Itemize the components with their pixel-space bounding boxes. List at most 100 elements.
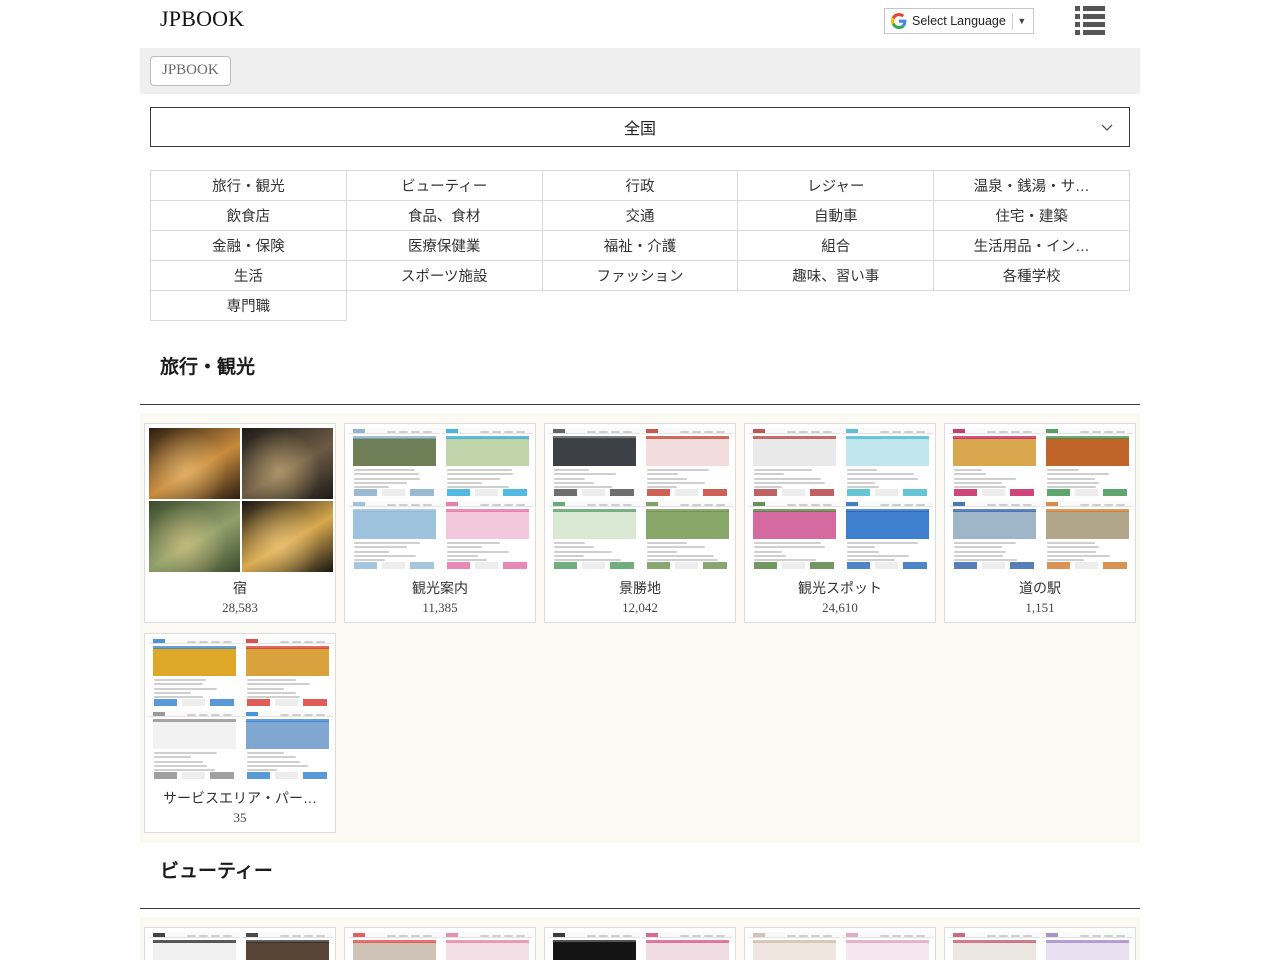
category-cell[interactable]: 金融・保険 (151, 231, 347, 261)
thumbnail-image (549, 932, 640, 960)
thumbnail-image (842, 428, 933, 499)
category-cell[interactable]: 食品、食材 (346, 201, 542, 231)
thumbnail-image (442, 501, 533, 572)
category-card[interactable]: 観光スポット24,610 (744, 423, 936, 623)
breadcrumb-item-jpbook[interactable]: JPBOOK (150, 56, 231, 86)
category-cell[interactable]: 専門職 (151, 291, 347, 321)
chevron-down-icon[interactable]: ▼ (1013, 17, 1031, 26)
card-thumbnail-grid (349, 428, 533, 572)
card-count: 12,042 (549, 598, 731, 622)
category-cell[interactable]: 各種学校 (934, 261, 1130, 291)
thumbnail-image (549, 501, 640, 572)
card-thumbnail-grid (949, 932, 1133, 960)
category-cell[interactable]: ファッション (542, 261, 738, 291)
thumbnail-image (642, 428, 733, 499)
category-card[interactable] (344, 927, 536, 960)
category-cell[interactable]: 温泉・銭湯・サ… (934, 171, 1130, 201)
thumbnail-image (242, 932, 333, 960)
category-cell[interactable]: 交通 (542, 201, 738, 231)
card-label: 道の駅 (949, 572, 1131, 598)
category-card[interactable] (544, 927, 736, 960)
site-header: JPBOOK Select Language ▼ (0, 0, 1280, 46)
category-cell-empty (738, 291, 934, 321)
category-cell[interactable]: 医療保健業 (346, 231, 542, 261)
category-row: 金融・保険医療保健業福祉・介護組合生活用品・イン… (151, 231, 1130, 261)
section-title: 旅行・観光 (160, 352, 255, 379)
category-cell[interactable]: 飲食店 (151, 201, 347, 231)
card-thumbnail-grid (749, 428, 933, 572)
category-card[interactable] (944, 927, 1136, 960)
card-label: 宿 (149, 572, 331, 598)
card-label: サービスエリア・パー… (149, 782, 331, 808)
card-row (140, 927, 1140, 960)
section-divider (140, 404, 1140, 405)
google-g-icon (891, 13, 907, 29)
thumbnail-image (749, 932, 840, 960)
site-logo[interactable]: JPBOOK (160, 6, 244, 32)
category-card[interactable] (144, 927, 336, 960)
thumbnail-image (149, 638, 240, 709)
category-row: 旅行・観光ビューティー行政レジャー温泉・銭湯・サ… (151, 171, 1130, 201)
thumbnail-image (442, 428, 533, 499)
thumbnail-image (242, 501, 333, 572)
category-cell-empty (934, 291, 1130, 321)
category-card[interactable]: サービスエリア・パー…35 (144, 633, 336, 833)
thumbnail-image (1042, 428, 1133, 499)
card-count: 28,583 (149, 598, 331, 622)
card-label: 景勝地 (549, 572, 731, 598)
category-cell[interactable]: 福祉・介護 (542, 231, 738, 261)
category-table: 旅行・観光ビューティー行政レジャー温泉・銭湯・サ…飲食店食品、食材交通自動車住宅… (150, 170, 1130, 321)
category-card[interactable]: 道の駅1,151 (944, 423, 1136, 623)
category-cell[interactable]: 住宅・建築 (934, 201, 1130, 231)
card-row: 宿28,583観光案内11,385景勝地12,042観光スポット24,610道の… (140, 423, 1140, 633)
card-label: 観光スポット (749, 572, 931, 598)
region-select[interactable]: 全国 (150, 107, 1130, 147)
category-cell[interactable]: 生活用品・イン… (934, 231, 1130, 261)
card-thumbnail-grid (149, 932, 333, 960)
card-count: 24,610 (749, 598, 931, 622)
thumbnail-image (149, 501, 240, 572)
category-cell[interactable]: 行政 (542, 171, 738, 201)
card-thumbnail-grid (549, 428, 733, 572)
category-cell[interactable]: スポーツ施設 (346, 261, 542, 291)
translate-label: Select Language (912, 15, 1012, 28)
card-label: 観光案内 (349, 572, 531, 598)
thumbnail-image (642, 932, 733, 960)
category-row: 専門職 (151, 291, 1130, 321)
thumbnail-image (349, 428, 440, 499)
section-card-area: 宿28,583観光案内11,385景勝地12,042観光スポット24,610道の… (140, 413, 1140, 843)
google-translate-widget[interactable]: Select Language ▼ (884, 8, 1034, 34)
page-root: JPBOOK Select Language ▼ JPBOOK (0, 0, 1280, 960)
card-row: サービスエリア・パー…35 (140, 633, 1140, 843)
category-cell[interactable]: 旅行・観光 (151, 171, 347, 201)
category-card[interactable]: 景勝地12,042 (544, 423, 736, 623)
category-cell[interactable]: 生活 (151, 261, 347, 291)
thumbnail-image (642, 501, 733, 572)
category-card[interactable] (744, 927, 936, 960)
card-count: 1,151 (949, 598, 1131, 622)
category-cell[interactable]: 自動車 (738, 201, 934, 231)
thumbnail-image (1042, 932, 1133, 960)
card-thumbnail-grid (749, 932, 933, 960)
category-cell[interactable]: レジャー (738, 171, 934, 201)
category-cell[interactable]: ビューティー (346, 171, 542, 201)
card-thumbnail-grid (349, 932, 533, 960)
category-card[interactable]: 観光案内11,385 (344, 423, 536, 623)
chevron-down-icon (1099, 119, 1115, 135)
thumbnail-image (349, 501, 440, 572)
category-cell[interactable]: 組合 (738, 231, 934, 261)
thumbnail-image (749, 428, 840, 499)
thumbnail-image (242, 638, 333, 709)
list-menu-icon[interactable] (1075, 6, 1105, 32)
card-count: 11,385 (349, 598, 531, 622)
thumbnail-image (842, 501, 933, 572)
category-card[interactable]: 宿28,583 (144, 423, 336, 623)
category-cell[interactable]: 趣味、習い事 (738, 261, 934, 291)
card-thumbnail-grid (549, 932, 733, 960)
region-select-value: 全国 (624, 115, 656, 139)
thumbnail-image (749, 501, 840, 572)
thumbnail-image (242, 711, 333, 782)
thumbnail-image (842, 932, 933, 960)
thumbnail-image (442, 932, 533, 960)
category-row: 生活スポーツ施設ファッション趣味、習い事各種学校 (151, 261, 1130, 291)
